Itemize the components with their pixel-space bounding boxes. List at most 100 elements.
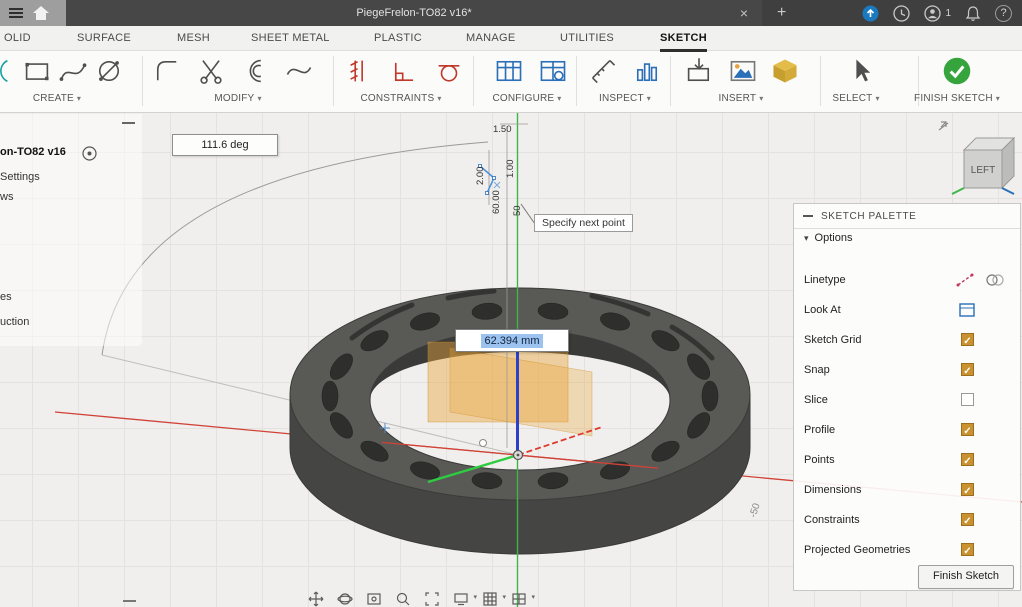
grid-settings-icon[interactable] (482, 591, 502, 607)
insert-group-label[interactable]: INSERT (676, 93, 806, 104)
help-icon[interactable]: ? (995, 5, 1012, 22)
analysis-bars-icon[interactable] (632, 56, 662, 86)
app-menu-icon[interactable] (9, 7, 23, 19)
tangent-constraint-icon[interactable] (434, 56, 464, 86)
look-at-label: Look At (804, 304, 841, 316)
visibility-eye-icon[interactable] (82, 146, 97, 161)
browser-item-settings[interactable]: Settings (0, 171, 40, 183)
dimensions-checkbox[interactable] (961, 483, 974, 496)
centerline-linetype-icon[interactable] (986, 272, 1004, 288)
constraints-group-label[interactable]: CONSTRAINTS (336, 93, 466, 104)
browser-root-node[interactable]: on-TO82 v16 (0, 146, 66, 158)
finish-sketch-group-label[interactable]: FINISH SKETCH (892, 93, 1022, 104)
finish-sketch-icon[interactable] (942, 56, 972, 86)
trim-scissors-icon[interactable] (196, 56, 226, 86)
pan-icon[interactable] (308, 591, 328, 607)
notification-bell-icon[interactable] (965, 5, 981, 22)
fillet-icon[interactable] (152, 56, 182, 86)
create-rectangle-icon[interactable] (22, 56, 52, 86)
insert-mcmaster-icon[interactable] (770, 56, 800, 86)
sketch-palette: SKETCH PALETTE Options Linetype Look At … (793, 203, 1021, 591)
timeline-collapse-icon[interactable] (123, 600, 136, 602)
palette-row-projected-geometries: Projected Geometries (794, 536, 1020, 566)
slice-checkbox[interactable] (961, 393, 974, 406)
look-at-view-icon[interactable] (366, 591, 386, 607)
clipped-create-icon (0, 56, 12, 86)
measure-icon[interactable] (588, 56, 618, 86)
tab-manage[interactable]: MANAGE (466, 26, 515, 49)
browser-minimize-icon[interactable] (122, 122, 135, 124)
dimension-input[interactable]: 62.394 mm (455, 329, 569, 352)
tab-sheet-metal[interactable]: SHEET METAL (251, 26, 330, 49)
viewcube-face-label[interactable]: LEFT (971, 165, 995, 176)
palette-options-toggle[interactable]: Options (794, 232, 1020, 254)
ribbon-toolbar: CREATE MODIFY CONSTRAINTS (0, 50, 1022, 113)
palette-minimize-icon[interactable] (803, 215, 813, 217)
tab-solid[interactable]: OLID (4, 26, 31, 49)
specify-point-tooltip: Specify next point (534, 214, 633, 232)
zoom-icon[interactable] (395, 591, 415, 607)
parallel-constraint-icon[interactable] (346, 56, 376, 86)
sketch-grid-label: Sketch Grid (804, 334, 861, 346)
profile-checkbox[interactable] (961, 423, 974, 436)
sketch-grid-checkbox[interactable] (961, 333, 974, 346)
insert-dxf-icon[interactable] (684, 56, 714, 86)
select-cursor-icon[interactable] (846, 56, 876, 86)
modify-spline-icon[interactable] (284, 56, 314, 86)
create-spline-icon[interactable] (58, 56, 88, 86)
browser-item-construction[interactable]: uction (0, 316, 29, 328)
palette-title: SKETCH PALETTE (821, 211, 916, 222)
new-tab-icon[interactable]: + (777, 0, 786, 25)
navigation-dock (308, 591, 531, 607)
browser-item-bodies[interactable]: es (0, 291, 12, 303)
offset-icon[interactable] (240, 56, 270, 86)
projected-geometries-checkbox[interactable] (961, 543, 974, 556)
palette-row-constraints: Constraints (794, 506, 1020, 536)
browser-item-views[interactable]: ws (0, 191, 13, 203)
document-title: PiegeFrelon-TO82 v16* (356, 7, 471, 19)
finish-sketch-button[interactable]: Finish Sketch (918, 565, 1014, 589)
viewcube-home-icon[interactable] (939, 122, 948, 130)
constraints-checkbox[interactable] (961, 513, 974, 526)
perpendicular-constraint-icon[interactable] (390, 56, 420, 86)
titlebar-icons: 1 ? (862, 0, 1012, 26)
palette-row-linetype: Linetype (794, 266, 1020, 296)
palette-row-points: Points (794, 446, 1020, 476)
create-circle-icon[interactable] (94, 56, 124, 86)
create-group-label[interactable]: CREATE (0, 93, 122, 104)
angle-dimension-label[interactable]: 111.6 deg (172, 134, 278, 156)
job-status-icon[interactable] (862, 5, 879, 22)
profile-icon[interactable] (924, 5, 941, 22)
palette-header: SKETCH PALETTE (794, 204, 1020, 229)
points-checkbox[interactable] (961, 453, 974, 466)
tab-mesh[interactable]: MESH (177, 26, 210, 49)
palette-row-dimensions: Dimensions (794, 476, 1020, 506)
display-settings-icon[interactable] (453, 591, 473, 607)
constraints-label: Constraints (804, 514, 860, 526)
tab-plastic[interactable]: PLASTIC (374, 26, 422, 49)
insert-image-icon[interactable] (728, 56, 758, 86)
history-clock-icon[interactable] (893, 5, 910, 22)
dimension-input-value: 62.394 mm (481, 334, 542, 348)
document-tab[interactable]: PiegeFrelon-TO82 v16* × (66, 0, 762, 26)
close-tab-icon[interactable]: × (740, 0, 748, 26)
configure-table-icon[interactable] (494, 56, 524, 86)
configure-variants-icon[interactable] (538, 56, 568, 86)
zoom-window-icon[interactable] (424, 591, 444, 607)
tab-sketch[interactable]: SKETCH (660, 26, 707, 52)
construction-linetype-icon[interactable] (956, 272, 974, 288)
snap-checkbox[interactable] (961, 363, 974, 376)
tab-surface[interactable]: SURFACE (77, 26, 131, 49)
fusion-window: 1.50 2.00 1.00 60.00 50 111.6 deg Specif… (0, 0, 1022, 607)
home-icon[interactable] (33, 6, 49, 20)
viewcube[interactable]: LEFT (938, 118, 1022, 202)
tab-utilities[interactable]: UTILITIES (560, 26, 614, 49)
viewports-icon[interactable] (511, 591, 531, 607)
modify-group-label[interactable]: MODIFY (173, 93, 303, 104)
look-at-icon[interactable] (958, 302, 976, 318)
titlebar-left (0, 0, 66, 26)
snap-label: Snap (804, 364, 830, 376)
titlebar-bar: PiegeFrelon-TO82 v16* × + 1 ? (0, 0, 1022, 26)
orbit-icon[interactable] (337, 591, 357, 607)
browser-panel: on-TO82 v16 Settings ws es uction (0, 114, 142, 346)
